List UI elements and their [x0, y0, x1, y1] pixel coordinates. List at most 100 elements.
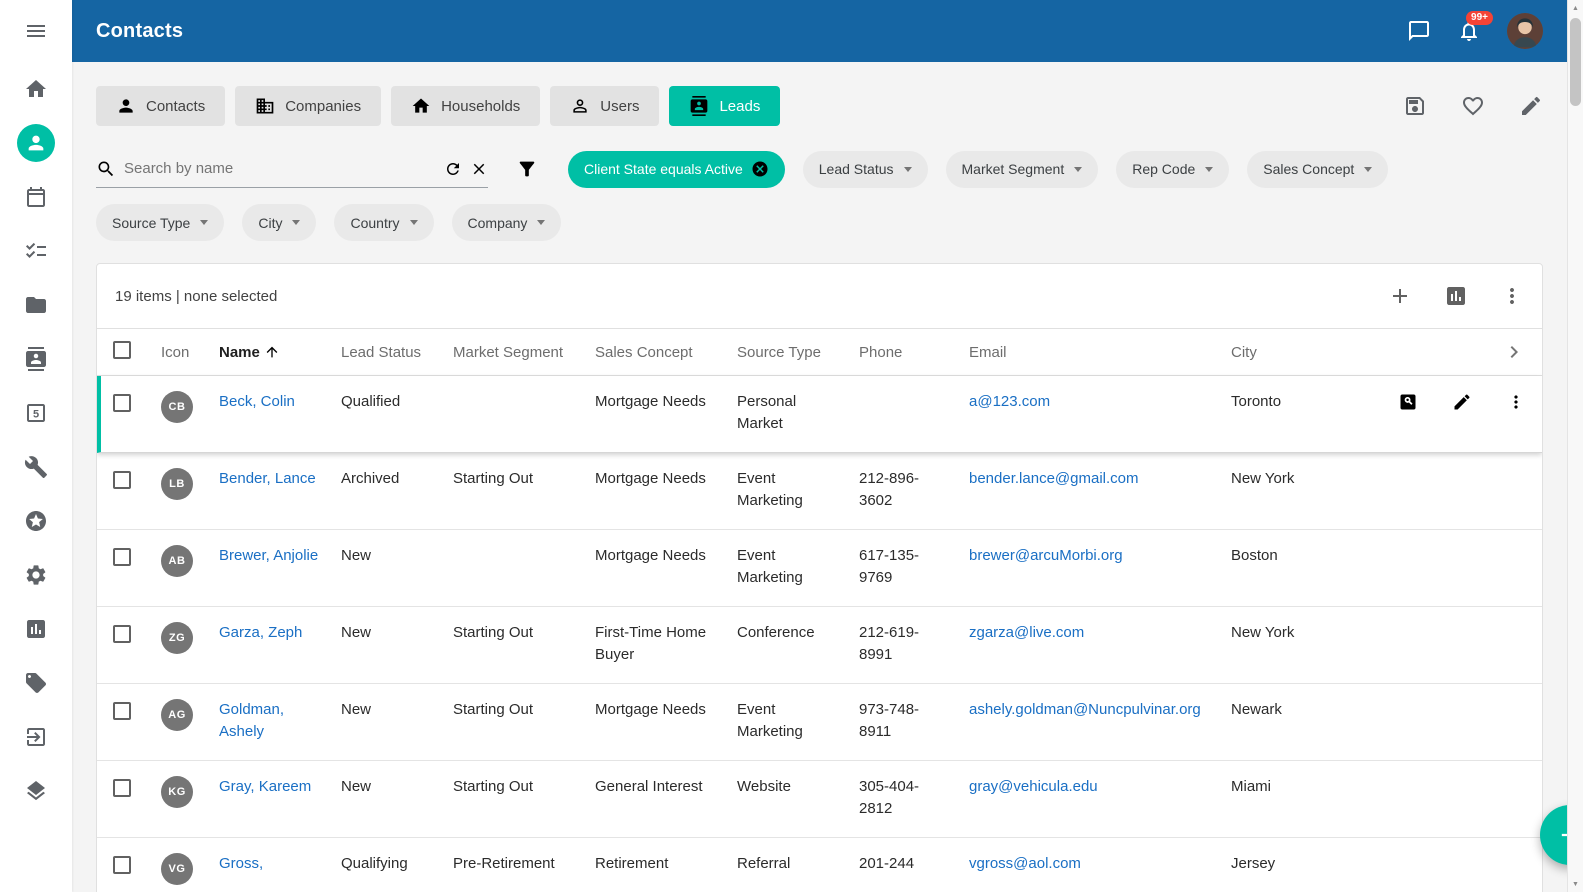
contact-name-link[interactable]: Garza, Zeph — [219, 622, 341, 644]
window-scrollbar[interactable]: ▲ ▼ — [1567, 0, 1583, 892]
table-row[interactable]: AG Goldman, Ashely New Starting Out Mort… — [97, 684, 1542, 761]
sidebar-item-tags[interactable] — [0, 656, 72, 710]
search-input[interactable] — [124, 160, 436, 177]
email-link[interactable]: zgarza@live.com — [969, 622, 1231, 644]
preview-icon[interactable] — [1398, 392, 1418, 412]
row-checkbox[interactable] — [113, 471, 131, 489]
refresh-icon[interactable] — [444, 160, 462, 178]
column-header-sales-concept[interactable]: Sales Concept — [595, 344, 737, 361]
market-segment-cell: Starting Out — [453, 699, 595, 721]
scroll-down-arrow[interactable]: ▼ — [1568, 876, 1583, 892]
email-link[interactable]: gray@vehicula.edu — [969, 776, 1231, 798]
items-summary: 19 items | none selected — [115, 288, 277, 305]
scrollbar-thumb[interactable] — [1570, 18, 1581, 106]
sidebar-item-calendar[interactable] — [0, 170, 72, 224]
contact-name-link[interactable]: Goldman, Ashely — [219, 699, 341, 743]
more-vert-icon[interactable] — [1500, 284, 1524, 308]
sidebar-item-home[interactable] — [0, 62, 72, 116]
sidebar-item-contacts[interactable] — [0, 116, 72, 170]
chip-label: Market Segment — [962, 161, 1065, 177]
more-vert-icon[interactable] — [1506, 392, 1526, 412]
select-all-checkbox[interactable] — [113, 341, 131, 359]
sidebar-item-contact-card[interactable] — [0, 332, 72, 386]
sidebar-item-tools[interactable] — [0, 440, 72, 494]
column-header-source-type[interactable]: Source Type — [737, 344, 859, 361]
content-area: Contacts Companies Households Users Lead… — [72, 62, 1567, 892]
contact-name-link[interactable]: Brewer, Anjolie — [219, 545, 341, 567]
phone-cell: 973-748-8911 — [859, 699, 969, 743]
contact-name-link[interactable]: Gross, — [219, 853, 341, 875]
city-cell: New York — [1231, 622, 1371, 644]
email-link[interactable]: bender.lance@gmail.com — [969, 468, 1231, 490]
filter-chip-rep-code[interactable]: Rep Code — [1116, 151, 1229, 188]
sidebar-item-tasks[interactable] — [0, 224, 72, 278]
column-header-name[interactable]: Name — [219, 344, 341, 361]
column-header-market-segment[interactable]: Market Segment — [453, 344, 595, 361]
favorite-heart-icon[interactable] — [1461, 94, 1485, 118]
filter-chip-city[interactable]: City — [242, 204, 316, 241]
active-filter-chip[interactable]: Client State equals Active — [568, 151, 785, 188]
column-header-icon[interactable]: Icon — [161, 344, 219, 361]
table-row[interactable]: KG Gray, Kareem New Starting Out General… — [97, 761, 1542, 838]
table-row[interactable]: ZG Garza, Zeph New Starting Out First-Ti… — [97, 607, 1542, 684]
phone-cell: 305-404-2812 — [859, 776, 969, 820]
clear-search-icon[interactable] — [470, 160, 488, 178]
contact-name-link[interactable]: Gray, Kareem — [219, 776, 341, 798]
hamburger-menu-icon[interactable] — [0, 0, 72, 62]
table-row[interactable]: VG Gross, Qualifying Pre-Retirement Reti… — [97, 838, 1542, 892]
edit-pencil-icon[interactable] — [1452, 392, 1472, 412]
tab-households[interactable]: Households — [391, 86, 540, 126]
row-checkbox[interactable] — [113, 856, 131, 874]
tab-users[interactable]: Users — [550, 86, 659, 126]
filter-chip-lead-status[interactable]: Lead Status — [803, 151, 928, 188]
scroll-up-arrow[interactable]: ▲ — [1568, 0, 1583, 16]
filter-funnel-icon[interactable] — [516, 158, 538, 180]
email-link[interactable]: vgross@aol.com — [969, 853, 1231, 875]
row-checkbox[interactable] — [113, 625, 131, 643]
row-checkbox[interactable] — [113, 779, 131, 797]
filter-chip-source-type[interactable]: Source Type — [96, 204, 224, 241]
sidebar-item-opportunities[interactable] — [0, 494, 72, 548]
contact-name-link[interactable]: Bender, Lance — [219, 468, 341, 490]
sidebar-item-documents[interactable] — [0, 278, 72, 332]
filter-chip-sales-concept[interactable]: Sales Concept — [1247, 151, 1388, 188]
edit-pencil-icon[interactable] — [1519, 94, 1543, 118]
tab-leads[interactable]: Leads — [669, 86, 780, 126]
row-checkbox[interactable] — [113, 548, 131, 566]
column-header-phone[interactable]: Phone — [859, 344, 969, 361]
column-header-city[interactable]: City — [1231, 344, 1371, 361]
chart-icon[interactable] — [1444, 284, 1468, 308]
user-avatar[interactable] — [1507, 13, 1543, 49]
secondary-filter-row: Source Type City Country Company — [96, 204, 1543, 241]
sidebar-item-layers[interactable] — [0, 764, 72, 818]
sidebar-item-settings[interactable] — [0, 548, 72, 602]
column-header-email[interactable]: Email — [969, 344, 1231, 361]
email-link[interactable]: brewer@arcuMorbi.org — [969, 545, 1231, 567]
filter-chip-market-segment[interactable]: Market Segment — [946, 151, 1099, 188]
sidebar-item-exit[interactable] — [0, 710, 72, 764]
sidebar-item-reports[interactable] — [0, 602, 72, 656]
notifications-button[interactable]: 99+ — [1457, 19, 1481, 43]
add-icon[interactable] — [1388, 284, 1412, 308]
row-checkbox[interactable] — [113, 702, 131, 720]
remove-filter-icon[interactable] — [751, 160, 769, 178]
tab-contacts[interactable]: Contacts — [96, 86, 225, 126]
email-link[interactable]: a@123.com — [969, 391, 1231, 413]
table-row[interactable]: AB Brewer, Anjolie New Mortgage Needs Ev… — [97, 530, 1542, 607]
contact-name-link[interactable]: Beck, Colin — [219, 391, 341, 413]
row-checkbox[interactable] — [113, 394, 131, 412]
tab-companies[interactable]: Companies — [235, 86, 381, 126]
exit-icon — [24, 725, 48, 749]
save-icon[interactable] — [1403, 94, 1427, 118]
number-5-icon — [24, 401, 48, 425]
sidebar-item-five[interactable] — [0, 386, 72, 440]
table-row[interactable]: LB Bender, Lance Archived Starting Out M… — [97, 453, 1542, 530]
filter-chip-country[interactable]: Country — [334, 204, 433, 241]
chevron-right-icon[interactable] — [1502, 340, 1526, 364]
email-link[interactable]: ashely.goldman@Nuncpulvinar.org — [969, 699, 1231, 721]
table-row[interactable]: CB Beck, Colin Qualified Mortgage Needs … — [97, 376, 1542, 453]
tools-icon — [24, 455, 48, 479]
filter-chip-company[interactable]: Company — [452, 204, 562, 241]
column-header-lead-status[interactable]: Lead Status — [341, 344, 453, 361]
chat-icon[interactable] — [1407, 19, 1431, 43]
